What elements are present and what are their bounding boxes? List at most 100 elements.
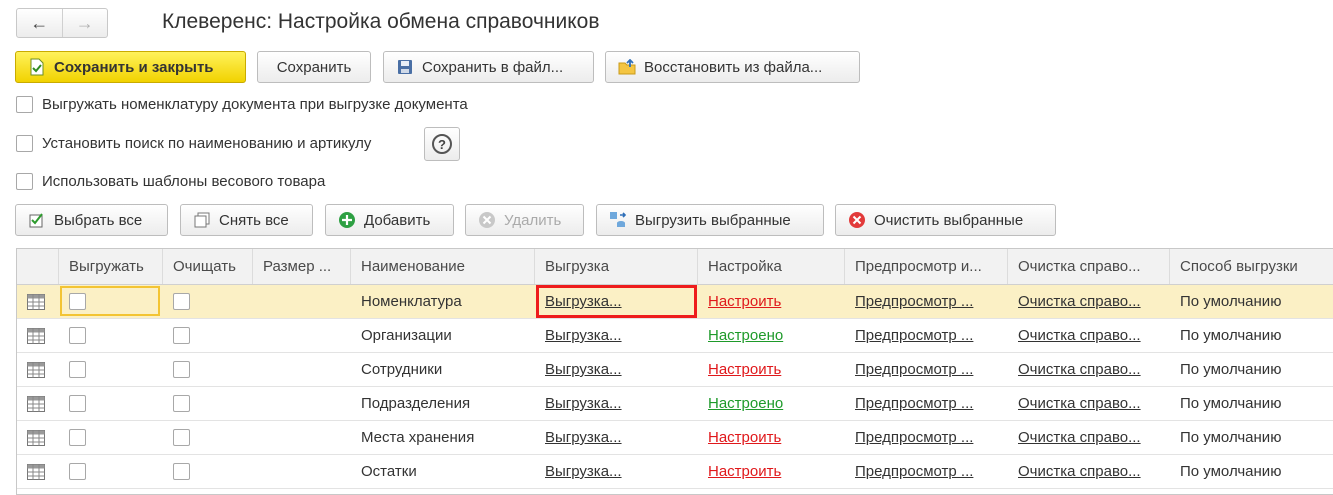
back-arrow-icon[interactable]: ← bbox=[17, 9, 62, 37]
restore-from-file-button[interactable]: Восстановить из файла... bbox=[605, 51, 860, 83]
column-header[interactable]: Выгрузка bbox=[535, 249, 698, 284]
export-link-cell: Выгрузка... bbox=[535, 353, 698, 386]
preview-link[interactable]: Предпросмотр ... bbox=[855, 327, 973, 344]
setup-link[interactable]: Настроить bbox=[708, 429, 781, 446]
export-nomenclature-checkbox[interactable] bbox=[16, 96, 33, 113]
export-nomenclature-option[interactable]: Выгружать номенклатуру документа при выг… bbox=[16, 96, 468, 113]
export-checkbox[interactable] bbox=[69, 327, 86, 344]
export-checkbox-cell[interactable] bbox=[69, 285, 159, 318]
size-cell bbox=[253, 387, 351, 420]
table-row-icon bbox=[17, 353, 59, 386]
weight-templates-option[interactable]: Использовать шаблоны весового товара bbox=[16, 173, 325, 190]
preview-link-cell: Предпросмотр ... bbox=[845, 353, 1008, 386]
table-row[interactable]: Места хранения Выгрузка... Настроить Предпр… bbox=[17, 421, 1333, 455]
export-checkbox[interactable] bbox=[69, 395, 86, 412]
table-row-icon bbox=[17, 455, 59, 488]
export-link[interactable]: Выгрузка... bbox=[545, 327, 622, 344]
export-link[interactable]: Выгрузка... bbox=[545, 463, 622, 480]
export-link[interactable]: Выгрузка... bbox=[545, 395, 622, 412]
preview-link[interactable]: Предпросмотр ... bbox=[855, 293, 973, 310]
save-and-close-button[interactable]: Сохранить и закрыть bbox=[15, 51, 246, 83]
folder-upload-icon bbox=[618, 58, 636, 76]
clear-checkbox-cell[interactable] bbox=[173, 421, 253, 454]
size-cell bbox=[253, 455, 351, 488]
search-by-name-option[interactable]: Установить поиск по наименованию и артик… bbox=[16, 135, 371, 152]
setup-link-cell: Настроить bbox=[698, 455, 845, 488]
table-row-icon bbox=[17, 387, 59, 420]
clear-checkbox-cell[interactable] bbox=[173, 285, 253, 318]
clear-checkbox-cell[interactable] bbox=[173, 455, 253, 488]
search-by-name-checkbox[interactable] bbox=[16, 135, 33, 152]
clear-checkbox[interactable] bbox=[173, 463, 190, 480]
clear-directory-link[interactable]: Очистка справо... bbox=[1018, 327, 1141, 344]
export-checkbox[interactable] bbox=[69, 463, 86, 480]
table-row[interactable]: Подразделения Выгрузка... Настроено Предпро… bbox=[17, 387, 1333, 421]
clear-checkbox[interactable] bbox=[173, 361, 190, 378]
column-header[interactable]: Предпросмотр и... bbox=[845, 249, 1008, 284]
add-button[interactable]: Добавить bbox=[325, 204, 454, 236]
column-header[interactable]: Размер ... bbox=[253, 249, 351, 284]
size-cell bbox=[253, 421, 351, 454]
save-to-file-button[interactable]: Сохранить в файл... bbox=[383, 51, 594, 83]
help-button[interactable]: ? bbox=[424, 127, 460, 161]
setup-link[interactable]: Настроено bbox=[708, 327, 783, 344]
table-row[interactable]: Остатки Выгрузка... Настроить Предпросмотр … bbox=[17, 455, 1333, 489]
setup-link[interactable]: Настроить bbox=[708, 463, 781, 480]
directories-table: Выгружать Очищать Размер ... Наименовани… bbox=[16, 248, 1333, 495]
export-link-cell: Выгрузка... bbox=[535, 421, 698, 454]
clear-checkbox[interactable] bbox=[173, 395, 190, 412]
column-header[interactable]: Очищать bbox=[163, 249, 253, 284]
row-icon-header bbox=[17, 249, 59, 284]
clear-directory-link[interactable]: Очистка справо... bbox=[1018, 395, 1141, 412]
export-checkbox[interactable] bbox=[69, 429, 86, 446]
setup-link[interactable]: Настроить bbox=[708, 293, 781, 310]
clear-checkbox[interactable] bbox=[173, 327, 190, 344]
forward-arrow-icon[interactable]: → bbox=[63, 9, 108, 37]
export-checkbox[interactable] bbox=[69, 293, 86, 310]
save-button[interactable]: Сохранить bbox=[257, 51, 371, 83]
clear-directory-link[interactable]: Очистка справо... bbox=[1018, 463, 1141, 480]
preview-link[interactable]: Предпросмотр ... bbox=[855, 463, 973, 480]
table-header: Выгружать Очищать Размер ... Наименовани… bbox=[17, 249, 1333, 285]
table-row[interactable]: Организации Выгрузка... Настроено Предпросм… bbox=[17, 319, 1333, 353]
table-row-icon bbox=[17, 421, 59, 454]
clear-checkbox-cell[interactable] bbox=[173, 353, 253, 386]
export-link[interactable]: Выгрузка... bbox=[545, 361, 622, 378]
column-header[interactable]: Наименование bbox=[351, 249, 535, 284]
column-header[interactable]: Способ выгрузки bbox=[1170, 249, 1333, 284]
weight-templates-checkbox[interactable] bbox=[16, 173, 33, 190]
select-all-button[interactable]: Выбрать все bbox=[15, 204, 168, 236]
export-checkbox[interactable] bbox=[69, 361, 86, 378]
column-header[interactable]: Выгружать bbox=[59, 249, 163, 284]
export-selected-button[interactable]: Выгрузить выбранные bbox=[596, 204, 824, 236]
clear-directory-link[interactable]: Очистка справо... bbox=[1018, 429, 1141, 446]
export-checkbox-cell[interactable] bbox=[69, 353, 159, 386]
table-row[interactable]: Номенклатура Выгрузка... Настроить Предпрос… bbox=[17, 285, 1333, 319]
clear-directory-link[interactable]: Очистка справо... bbox=[1018, 293, 1141, 310]
preview-link[interactable]: Предпросмотр ... bbox=[855, 395, 973, 412]
clear-directory-link[interactable]: Очистка справо... bbox=[1018, 361, 1141, 378]
preview-link[interactable]: Предпросмотр ... bbox=[855, 361, 973, 378]
column-header[interactable]: Настройка bbox=[698, 249, 845, 284]
deselect-all-button[interactable]: Снять все bbox=[180, 204, 313, 236]
clear-checkbox[interactable] bbox=[173, 429, 190, 446]
setup-link[interactable]: Настроить bbox=[708, 361, 781, 378]
clear-checkbox-cell[interactable] bbox=[173, 387, 253, 420]
setup-link-cell: Настроено bbox=[698, 387, 845, 420]
table-row-icon bbox=[17, 319, 59, 352]
export-checkbox-cell[interactable] bbox=[69, 421, 159, 454]
setup-link[interactable]: Настроено bbox=[708, 395, 783, 412]
clear-checkbox[interactable] bbox=[173, 293, 190, 310]
preview-link[interactable]: Предпросмотр ... bbox=[855, 429, 973, 446]
export-checkbox-cell[interactable] bbox=[69, 319, 159, 352]
clear-checkbox-cell[interactable] bbox=[173, 319, 253, 352]
document-check-icon bbox=[28, 58, 46, 76]
delete-button[interactable]: Удалить bbox=[465, 204, 584, 236]
column-header[interactable]: Очистка справо... bbox=[1008, 249, 1170, 284]
clear-selected-button[interactable]: Очистить выбранные bbox=[835, 204, 1056, 236]
export-link[interactable]: Выгрузка... bbox=[545, 429, 622, 446]
export-checkbox-cell[interactable] bbox=[69, 455, 159, 488]
name-cell: Сотрудники bbox=[361, 361, 443, 378]
table-row[interactable]: Сотрудники Выгрузка... Настроить Предпросмо… bbox=[17, 353, 1333, 387]
export-checkbox-cell[interactable] bbox=[69, 387, 159, 420]
